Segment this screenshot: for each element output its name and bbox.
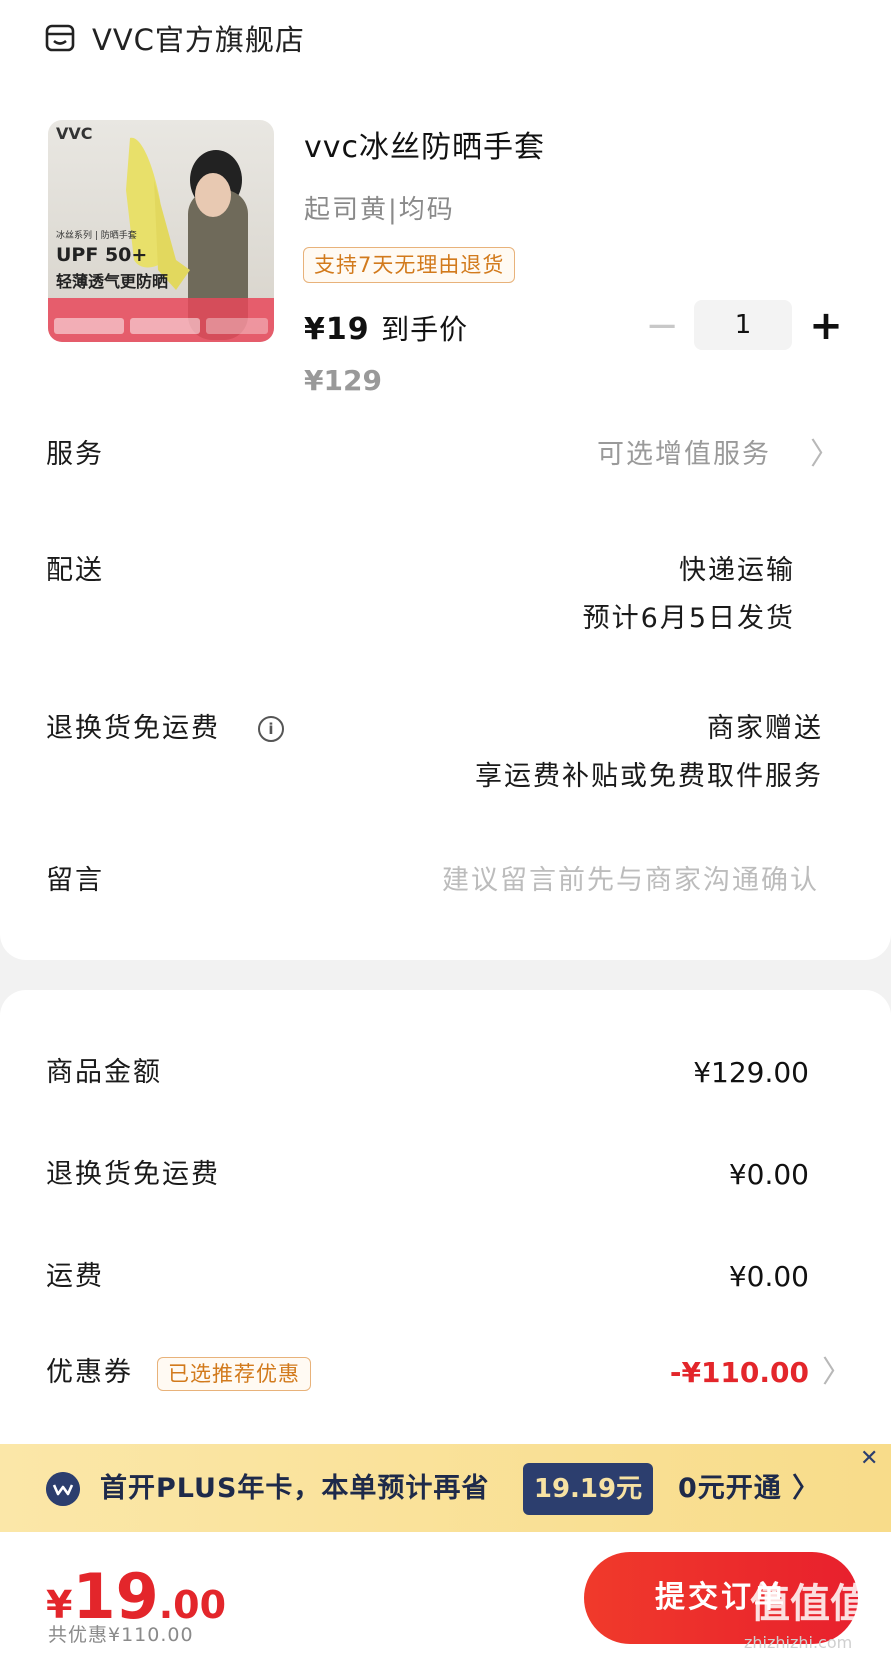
plus-saving-amount: 19.19元 [523,1463,653,1515]
total-price-currency: ¥ [46,1583,73,1627]
goods-amount-value: ¥129.00 [693,1056,809,1089]
watermark-url: zhizhizhi.com [744,1633,853,1652]
quantity-increase-button[interactable]: + [806,304,846,348]
return-shipping-value: 商家赠送 [707,713,823,744]
delivery-method[interactable]: 快递运输 [679,552,795,590]
message-input[interactable]: 建议留言前先与商家沟通确认 [442,862,819,900]
store-icon [45,24,75,52]
watermark-logo: 值值值 [750,1581,870,1627]
return-fee-value: ¥0.00 [728,1158,809,1191]
final-price-label: 到手价 [381,313,469,346]
product-sku[interactable]: 起司黄|均码 [304,192,455,228]
coupon-chevron-icon[interactable]: 〉 [822,1354,852,1392]
store-name[interactable]: VVC官方旗舰店 [92,22,305,58]
return-policy-tag: 支持7天无理由退货 [303,247,516,283]
close-icon[interactable]: ✕ [860,1446,878,1472]
original-price: ¥129 [304,364,382,397]
message-label: 留言 [46,865,104,896]
product-image[interactable]: VVC 冰丝系列 | 防晒手套 UPF 50+ 轻薄透气更防晒 [48,120,274,342]
shipping-label: 运费 [46,1261,104,1292]
plus-banner-text: 首开PLUS年卡，本单预计再省 [100,1473,490,1504]
product-image-series: 冰丝系列 | 防晒手套 [56,231,137,241]
plus-logo-icon [46,1472,80,1506]
service-chevron-icon[interactable]: 〉 [810,436,840,474]
final-price-value: ¥19 [304,312,370,347]
return-fee-label: 退换货免运费 [46,1159,220,1190]
plus-open-button[interactable]: 0元开通 〉 [678,1470,820,1508]
product-image-slogan: 轻薄透气更防晒 [56,272,169,291]
return-shipping-desc: 享运费补贴或免费取件服务 [475,761,823,792]
coupon-label: 优惠券 [46,1357,133,1388]
product-image-brand: VVC [56,124,93,143]
product-title[interactable]: vvc冰丝防晒手套 [304,128,545,168]
goods-amount-label: 商品金额 [46,1057,162,1088]
delivery-estimate: 预计6月5日发货 [582,603,795,634]
service-label: 服务 [46,439,104,470]
quantity-input[interactable]: 1 [694,300,792,350]
info-icon[interactable]: i [258,716,284,742]
service-value[interactable]: 可选增值服务 [597,436,771,474]
total-price-decimal: .00 [158,1583,227,1627]
shipping-value: ¥0.00 [728,1260,809,1293]
coupon-value[interactable]: -¥110.00 [670,1354,809,1392]
product-image-upf: UPF 50+ [56,244,148,266]
final-price: ¥19 到手价 [304,310,468,350]
coupon-tag[interactable]: 已选推荐优惠 [157,1357,311,1391]
return-shipping-label: 退换货免运费 [46,713,220,744]
quantity-decrease-button[interactable]: − [645,306,679,346]
delivery-label: 配送 [46,555,104,586]
total-discount: 共优惠¥110.00 [48,1624,194,1646]
